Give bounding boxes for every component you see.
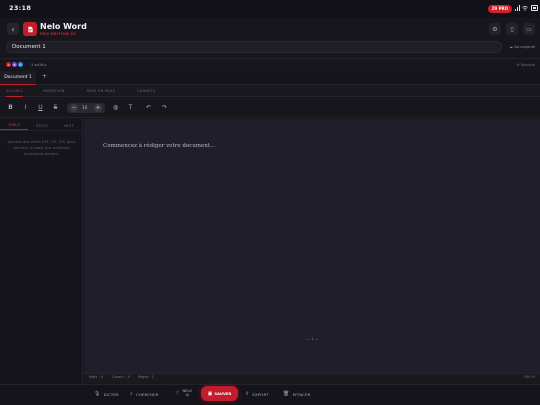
editor-placeholder[interactable]: Commencez à rédiger votre document...: [103, 143, 215, 149]
undo-button[interactable]: ↶: [144, 103, 153, 112]
microphone-icon: 🎙: [94, 391, 101, 397]
page-number: — 1 —: [306, 336, 319, 341]
panel-tab-hist[interactable]: HIST: [55, 121, 83, 130]
window-button[interactable]: ▭: [523, 23, 535, 35]
nelo-ia-button[interactable]: ☆ NELO IA: [175, 386, 192, 400]
search-icon: ⌕: [130, 391, 134, 397]
bottom-action-bar: [0, 384, 540, 405]
globe-icon: ◍: [112, 104, 119, 111]
redo-button[interactable]: ↷: [160, 103, 169, 112]
editor-canvas[interactable]: [84, 119, 540, 373]
online-count[interactable]: 3 actifs ▸: [31, 63, 47, 67]
avatar[interactable]: C: [18, 62, 23, 67]
text-style-button[interactable]: T: [126, 103, 135, 112]
save-status: ☁ Sauvegardé: [509, 45, 535, 49]
app-edition: PRO EDITION 25: [40, 32, 76, 36]
status-bar: [0, 0, 540, 18]
settings-icon: ⚙: [492, 25, 498, 33]
save-button[interactable]: ▣ SAUVER: [201, 386, 238, 401]
zoom-level[interactable]: 100 %: [524, 375, 535, 379]
layout-button[interactable]: ▯: [506, 23, 518, 35]
word-count: Mots : 0: [89, 375, 103, 379]
sparkle-icon: ☆: [175, 389, 180, 396]
export-button[interactable]: ⇪ EXPORT: [245, 388, 269, 400]
app-title: Nelo Word: [40, 22, 87, 31]
window-icon: ▭: [526, 25, 532, 33]
undo-icon: ↶: [145, 104, 152, 111]
wifi-icon: [522, 5, 528, 11]
status-time: 23:18: [9, 4, 32, 12]
trash-icon: 🗑: [283, 391, 290, 397]
sync-status[interactable]: ⟳ Synchro: [517, 63, 535, 67]
panel-tab-stats[interactable]: STATS: [28, 121, 56, 130]
side-panel: [0, 119, 83, 386]
app-logo: [23, 22, 37, 36]
ribbon-tabs: [0, 85, 540, 97]
tab-mise-en-page[interactable]: MISE EN PAGE: [87, 85, 115, 97]
document-icon: [27, 26, 33, 32]
strike-button[interactable]: S: [51, 103, 60, 112]
tab-accueil[interactable]: ACCUEIL: [6, 85, 24, 97]
avatar[interactable]: B: [12, 62, 17, 67]
toc-empty-message: Ajoutez des titres (H1, H2, H3) pour gén…: [7, 139, 76, 156]
battery-badge: 29 PRO: [487, 5, 512, 13]
char-count: Caract. : 0: [112, 375, 131, 379]
back-button[interactable]: ‹: [7, 23, 19, 35]
italic-button[interactable]: I: [21, 103, 30, 112]
redo-icon: ↷: [161, 104, 168, 111]
settings-button[interactable]: ⚙: [489, 23, 501, 35]
document-title-input[interactable]: Document 1: [6, 41, 502, 53]
battery-icon: [531, 5, 538, 11]
signal-icon: [515, 5, 520, 11]
document-tabs: [0, 71, 540, 85]
add-tab-button[interactable]: +: [42, 73, 47, 80]
underline-button[interactable]: U: [36, 103, 45, 112]
layout-icon: ▯: [510, 25, 514, 33]
export-icon: ⇪: [245, 391, 250, 397]
page-count: Pages : 1: [138, 375, 154, 379]
font-size-value: 14: [82, 105, 88, 110]
divider: [0, 130, 83, 131]
dictate-button[interactable]: 🎙 DICTER: [94, 388, 119, 400]
save-icon: ▣: [207, 390, 213, 397]
search-button[interactable]: ⌕ CHERCHER: [130, 388, 159, 400]
chevron-left-icon: ‹: [11, 24, 15, 34]
tab-carnets[interactable]: CARNETS: [137, 85, 156, 97]
tab-insertion[interactable]: INSERTION: [43, 85, 65, 97]
font-size-decrease-button[interactable]: −: [70, 104, 78, 112]
avatar[interactable]: A: [6, 62, 11, 67]
font-size-increase-button[interactable]: +: [94, 104, 102, 112]
language-button[interactable]: ◍: [111, 103, 120, 112]
panel-tab-table[interactable]: TABLE: [0, 121, 28, 130]
tab-document-1[interactable]: Document 1: [0, 71, 36, 85]
clear-button[interactable]: 🗑 EFFACER: [283, 388, 311, 400]
divider: [0, 58, 540, 59]
bold-button[interactable]: B: [6, 103, 15, 112]
